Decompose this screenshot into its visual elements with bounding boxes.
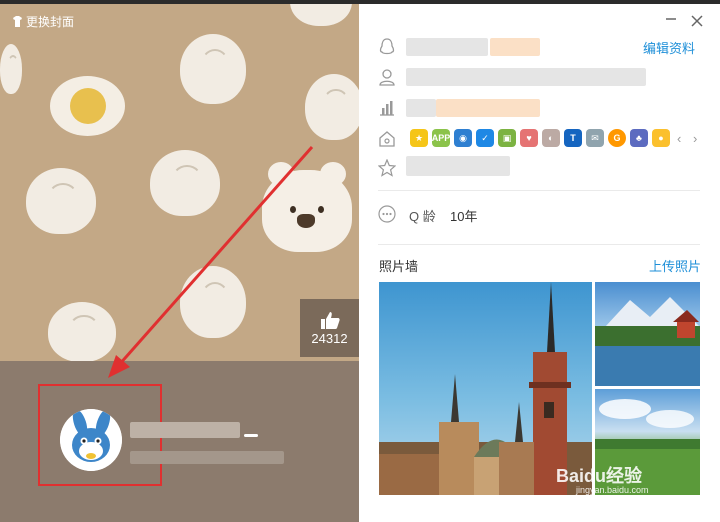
- avatar[interactable]: [60, 409, 122, 471]
- game-badge-icon[interactable]: ♣: [630, 129, 648, 147]
- baidu-watermark: Baidu经验 jingyan.baidu.com: [556, 462, 649, 495]
- service-badges: ★ APP ◉ ✓ ▣ ♥ ◐ T ✉ G ♣ ●: [410, 129, 670, 147]
- photo-wall-title: 照片墙: [379, 259, 419, 274]
- more-icon: [378, 205, 396, 223]
- camera-badge-icon[interactable]: ◉: [454, 129, 472, 147]
- badge-scroll-arrows[interactable]: ‹ ›: [677, 131, 701, 146]
- divider: [378, 244, 700, 245]
- rabbit-avatar-icon: [60, 409, 122, 471]
- security-badge-icon[interactable]: T: [564, 129, 582, 147]
- watermark-url: jingyan.baidu.com: [576, 485, 649, 495]
- q-age-value: 10年: [450, 209, 478, 224]
- app-badge-icon[interactable]: APP: [432, 129, 450, 147]
- upload-photo-link[interactable]: 上传照片: [649, 256, 701, 275]
- nickname-redacted: [130, 422, 240, 438]
- nickname-ellipsis: [244, 434, 258, 437]
- penguin-icon: [379, 38, 395, 55]
- star-badge-icon[interactable]: ★: [410, 129, 428, 147]
- q-age-label: Q 龄: [409, 209, 436, 224]
- level-redacted: [406, 99, 436, 117]
- signature-redacted: [130, 451, 284, 464]
- chart-icon: [380, 101, 394, 116]
- penguin-badge-icon[interactable]: ●: [652, 129, 670, 147]
- person-icon: [379, 69, 395, 86]
- vip-info-redacted: [406, 156, 510, 176]
- level-redacted: [436, 99, 540, 117]
- watermark-brand: Baidu经验: [556, 466, 643, 486]
- music-badge-icon[interactable]: G: [608, 129, 626, 147]
- qq-number-redacted: [490, 38, 540, 56]
- photo-thumbnail[interactable]: [595, 282, 700, 386]
- cow-badge-icon[interactable]: ◐: [542, 129, 560, 147]
- minimize-icon[interactable]: [664, 8, 678, 22]
- close-icon[interactable]: [690, 14, 704, 28]
- divider: [378, 190, 700, 191]
- mail-badge-icon[interactable]: ✉: [586, 129, 604, 147]
- shield-badge-icon[interactable]: ✓: [476, 129, 494, 147]
- pet-badge-icon[interactable]: ♥: [520, 129, 538, 147]
- edit-profile-button[interactable]: 编辑资料: [643, 38, 695, 57]
- personal-info-redacted: [406, 68, 646, 86]
- ranch-badge-icon[interactable]: ▣: [498, 129, 516, 147]
- lake-mountain-photo-image: [595, 297, 700, 386]
- house-icon: [379, 131, 395, 147]
- qq-number-redacted: [406, 38, 488, 56]
- star-icon: [378, 159, 396, 177]
